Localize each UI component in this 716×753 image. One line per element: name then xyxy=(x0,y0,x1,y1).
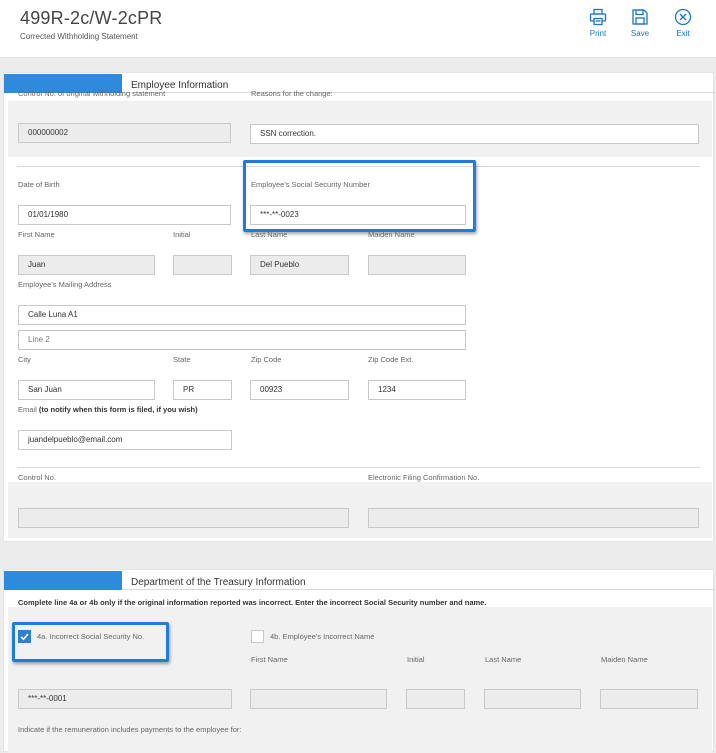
reasons-label: Reasons for the change: xyxy=(251,89,333,98)
checkmark-icon xyxy=(19,631,30,642)
email-label: Email (to notify when this form is filed… xyxy=(18,405,198,414)
exit-label: Exit xyxy=(676,29,690,38)
zip-label: Zip Code xyxy=(251,355,282,364)
page-title: 499R-2c/W-2cPR xyxy=(20,8,163,28)
incorrect-name-checkbox[interactable] xyxy=(251,630,264,643)
incorrect-ssn-label: 4a. Incorrect Social Security No. xyxy=(37,632,145,641)
treasury-section-title: Department of the Treasury Information xyxy=(131,577,306,588)
address-line2-field[interactable]: Line 2 xyxy=(18,330,466,350)
incorrect-maiden-name-label: Maiden Name xyxy=(601,655,648,664)
incorrect-maiden-name-field[interactable] xyxy=(600,689,698,709)
remuneration-label: Indicate if the remuneration includes pa… xyxy=(18,725,242,734)
incorrect-initial-field[interactable] xyxy=(406,689,465,709)
city-field[interactable]: San Juan xyxy=(18,380,155,400)
divider xyxy=(17,467,700,468)
state-label: State xyxy=(173,355,191,364)
save-button[interactable]: Save xyxy=(622,8,658,38)
email-label-prefix: Email xyxy=(18,405,37,414)
first-name-label: First Name xyxy=(18,230,55,239)
page-header: 499R-2c/W-2cPR Corrected Withholding Sta… xyxy=(0,0,716,58)
email-label-note: (to notify when this form is filed, if y… xyxy=(38,405,198,414)
incorrect-ssn-highlight-box xyxy=(12,622,169,662)
zip-ext-field[interactable]: 1234 xyxy=(368,380,466,400)
control-no-field[interactable] xyxy=(18,508,349,528)
address-line1-field[interactable]: Calle Luna A1 xyxy=(18,305,466,325)
save-label: Save xyxy=(630,29,650,38)
first-name-field[interactable]: Juan xyxy=(18,255,155,275)
section-header-line xyxy=(122,92,715,93)
email-field[interactable]: juandelpueblo@email.com xyxy=(18,430,232,450)
print-button[interactable]: Print xyxy=(580,8,616,38)
incorrect-name-label: 4b. Employee's Incorrect Name xyxy=(270,632,375,641)
maiden-name-field[interactable] xyxy=(368,255,466,275)
incorrect-ssn-checkbox[interactable] xyxy=(18,630,31,643)
last-name-field[interactable]: Del Pueblo xyxy=(250,255,349,275)
efile-confirmation-field[interactable] xyxy=(368,508,699,528)
zip-ext-label: Zip Code Ext. xyxy=(368,355,414,364)
reasons-field[interactable]: SSN correction. xyxy=(250,124,699,144)
print-label: Print xyxy=(589,29,607,38)
maiden-name-label: Maiden Name xyxy=(368,230,415,239)
printer-icon xyxy=(580,8,616,26)
zip-code-field[interactable]: 00923 xyxy=(250,380,349,400)
control-no-label: Control No. xyxy=(18,473,56,482)
ssn-field[interactable]: ***-**-0023 xyxy=(250,205,466,225)
mailing-address-label: Employee's Mailing Address xyxy=(18,280,112,289)
exit-button[interactable]: Exit xyxy=(665,8,701,38)
close-circle-icon xyxy=(665,8,701,26)
section-tab-marker xyxy=(4,571,122,590)
ssn-label: Employee's Social Security Number xyxy=(251,180,370,189)
incorrect-first-name-label: First Name xyxy=(251,655,288,664)
control-no-original-field[interactable]: 000000002 xyxy=(18,123,231,143)
incorrect-last-name-label: Last Name xyxy=(485,655,522,664)
treasury-information-section: Department of the Treasury Information C… xyxy=(3,569,715,753)
incorrect-initial-label: Initial xyxy=(407,655,425,664)
save-icon xyxy=(622,8,658,26)
incorrect-first-name-field[interactable] xyxy=(250,689,387,709)
treasury-instruction: Complete line 4a or 4b only if the origi… xyxy=(18,598,487,607)
dob-label: Date of Birth xyxy=(18,180,60,189)
state-field[interactable]: PR xyxy=(173,380,232,400)
incorrect-last-name-field[interactable] xyxy=(484,689,581,709)
control-no-original-label: Control No. of original withholding stat… xyxy=(18,89,166,98)
last-name-label: Last Name xyxy=(251,230,288,239)
efile-confirmation-label: Electronic Filing Confirmation No. xyxy=(368,473,480,482)
initial-label: Initial xyxy=(173,230,191,239)
incorrect-ssn-field[interactable]: ***-**-0001 xyxy=(18,689,232,709)
city-label: City xyxy=(18,355,31,364)
date-of-birth-field[interactable]: 01/01/1980 xyxy=(18,205,231,225)
page-subtitle: Corrected Withholding Statement xyxy=(20,32,138,41)
employee-information-section: Employee Information Control No. of orig… xyxy=(3,72,715,542)
section-header-line xyxy=(122,589,715,590)
initial-field[interactable] xyxy=(173,255,232,275)
